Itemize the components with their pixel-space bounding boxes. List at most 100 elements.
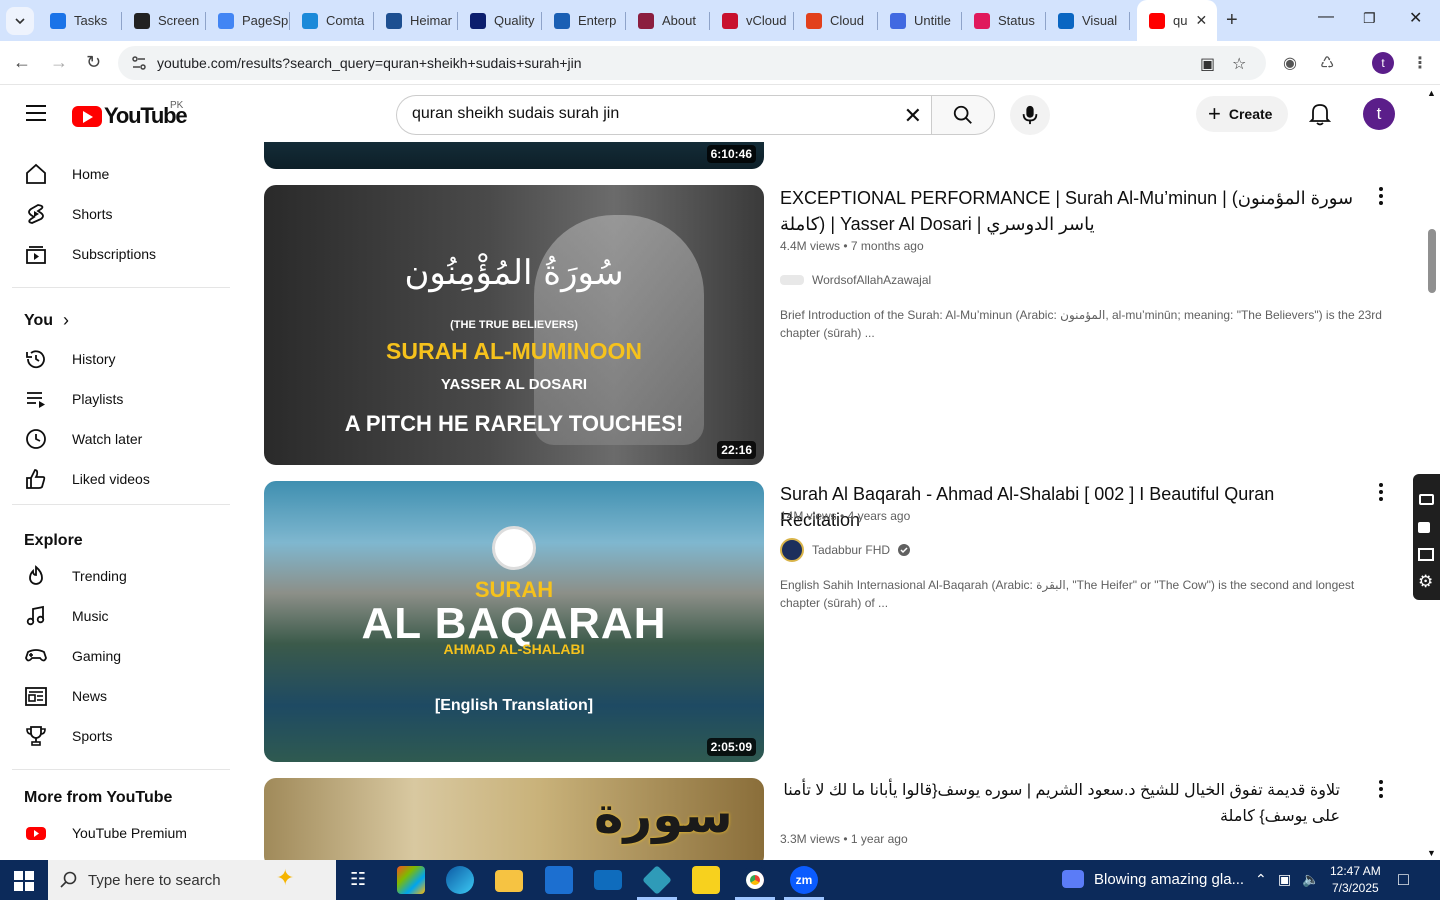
sidebar-item-watch-later[interactable]: Watch later	[12, 419, 216, 459]
browser-tab[interactable]: About	[626, 0, 710, 41]
sidebar-item-gaming[interactable]: Gaming	[12, 636, 216, 676]
browser-tab[interactable]: Untitle	[878, 0, 962, 41]
page-scrollbar[interactable]: ▲ ▼	[1424, 86, 1440, 860]
site-info-icon[interactable]	[130, 54, 148, 72]
channel-link[interactable]: Tadabbur FHD	[780, 538, 911, 562]
browser-profile-avatar[interactable]: t	[1372, 52, 1394, 74]
sidebar-item-playlists[interactable]: Playlists	[12, 379, 216, 419]
browser-tab[interactable]: Heimar	[374, 0, 458, 41]
mail-icon[interactable]	[594, 870, 622, 890]
clear-search-icon[interactable]: ✕	[904, 103, 922, 129]
browser-tab[interactable]: Screen	[122, 0, 206, 41]
copilot-app-icon[interactable]	[397, 866, 425, 894]
create-button[interactable]: + Create	[1196, 96, 1289, 132]
browser-tab[interactable]: Visual	[1046, 0, 1130, 41]
video-action-menu-button[interactable]	[1374, 187, 1388, 205]
notification-center-icon[interactable]: □	[1398, 869, 1409, 890]
video-thumbnail[interactable]: 6:10:46	[264, 142, 764, 169]
video-thumbnail[interactable]: SURAH AL BAQARAH AHMAD AL-SHALABI [Engli…	[264, 481, 764, 762]
video-title[interactable]: تلاوة قديمة تفوق الخيال للشيخ د.سعود الش…	[780, 778, 1340, 830]
browser-tab[interactable]: PageSp	[206, 0, 290, 41]
restore-button[interactable]: ❐	[1363, 10, 1376, 27]
browser-tab[interactable]: Comta	[290, 0, 374, 41]
guide-menu-button[interactable]	[26, 105, 46, 126]
scroll-up-arrow-icon[interactable]: ▲	[1427, 88, 1436, 98]
browser-tab[interactable]: Tasks	[38, 0, 122, 41]
notifications-bell-icon[interactable]	[1309, 102, 1331, 126]
browser-tab[interactable]: Status	[962, 0, 1046, 41]
task-view-icon[interactable]: ☷	[350, 869, 366, 890]
file-explorer-icon[interactable]	[495, 870, 523, 892]
tab-search-button[interactable]	[6, 7, 34, 35]
channel-link[interactable]: WordsofAllahAzawajal	[780, 268, 931, 292]
app-diamond-icon[interactable]	[642, 865, 672, 895]
video-thumbnail[interactable]: سُورَةُ المُؤْمِنُون (THE TRUE BELIEVERS…	[264, 185, 764, 465]
video-title[interactable]: EXCEPTIONAL PERFORMANCE | Surah Al-Mu’mi…	[780, 185, 1355, 237]
new-tab-button[interactable]: +	[1226, 9, 1238, 32]
browser-tab[interactable]: vCloud	[710, 0, 794, 41]
bookmark-star-icon[interactable]: ☆	[1232, 54, 1246, 74]
sidebar-item-news[interactable]: News	[12, 676, 216, 716]
edge-browser-icon[interactable]	[446, 866, 474, 894]
account-avatar[interactable]: t	[1363, 98, 1395, 130]
minimize-button[interactable]: —	[1318, 8, 1334, 26]
network-icon[interactable]: ▣	[1278, 871, 1291, 888]
sidebar-item-youtube-premium[interactable]: YouTube Premium	[12, 813, 216, 853]
you-section-link[interactable]: You ›	[24, 310, 69, 331]
settings-gear-icon[interactable]: ⚙	[1418, 572, 1433, 592]
chrome-browser-icon[interactable]	[741, 866, 769, 894]
windows-start-icon[interactable]	[14, 871, 34, 891]
address-bar[interactable]: youtube.com/results?search_query=quran+s…	[118, 46, 1266, 80]
video-thumbnail[interactable]: سورة	[264, 778, 764, 860]
browser-tab[interactable]: Enterp	[542, 0, 626, 41]
sidebar-item-trending[interactable]: Trending	[12, 556, 216, 596]
search-input[interactable]	[412, 105, 882, 123]
close-tab-icon[interactable]: ✕	[1195, 12, 1207, 29]
window-capture-icon[interactable]	[1418, 548, 1434, 561]
taskbar-search-box[interactable]: Type here to search ✦	[48, 860, 336, 900]
search-button[interactable]	[931, 95, 995, 135]
url-text[interactable]: youtube.com/results?search_query=quran+s…	[157, 55, 582, 71]
channel-avatar[interactable]	[780, 275, 804, 285]
taskbar-clock[interactable]: 12:47 AM 7/3/2025	[1330, 863, 1381, 897]
channel-name[interactable]: Tadabbur FHD	[812, 543, 890, 557]
channel-name[interactable]: WordsofAllahAzawajal	[812, 273, 931, 287]
video-title[interactable]: Surah Al Baqarah - Ahmad Al-Shalabi [ 00…	[780, 481, 1355, 533]
sidebar-item-sports[interactable]: Sports	[12, 716, 216, 756]
channel-avatar[interactable]	[780, 538, 804, 562]
sidebar-item-subscriptions[interactable]: Subscriptions	[12, 234, 216, 274]
copilot-sparkle-icon[interactable]: ✦	[276, 865, 294, 891]
scrollbar-thumb[interactable]	[1428, 229, 1436, 293]
sidebar-item-music[interactable]: Music	[12, 596, 216, 636]
show-hidden-icons-chevron[interactable]: ⌃	[1255, 871, 1267, 888]
tab-separator	[1129, 12, 1130, 30]
volume-icon[interactable]: 🔈	[1302, 871, 1319, 888]
browser-tab[interactable]: Quality	[458, 0, 542, 41]
sidebar-item-history[interactable]: History	[12, 339, 216, 379]
extensions-icon[interactable]: ♺	[1320, 53, 1334, 73]
reload-button[interactable]: ↻	[86, 52, 101, 73]
scroll-down-arrow-icon[interactable]: ▼	[1427, 848, 1436, 858]
voice-search-button[interactable]	[1010, 95, 1050, 135]
sidebar-item-liked-videos[interactable]: Liked videos	[12, 459, 216, 499]
youtube-masthead: YouTube PK ✕ + Create t	[0, 86, 1424, 142]
sidebar-item-shorts[interactable]: Shorts	[12, 194, 216, 234]
video-action-menu-button[interactable]	[1374, 483, 1388, 501]
back-button[interactable]: ←	[13, 52, 31, 73]
close-window-button[interactable]: ✕	[1409, 8, 1422, 28]
camera-icon[interactable]	[1419, 494, 1434, 505]
browser-tab[interactable]: Cloud	[794, 0, 878, 41]
video-camera-icon[interactable]	[1418, 522, 1430, 533]
forward-button[interactable]: →	[50, 52, 68, 73]
sidebar-item-home[interactable]: Home	[12, 154, 216, 194]
globe-icon[interactable]: ◉	[1283, 53, 1297, 73]
microsoft-store-icon[interactable]	[545, 866, 573, 894]
video-action-menu-button[interactable]	[1374, 780, 1388, 798]
browser-menu-icon[interactable]: ⋮	[1412, 53, 1428, 73]
browser-tab[interactable]: qu ✕	[1137, 0, 1217, 41]
sticky-notes-icon[interactable]	[692, 866, 720, 894]
youtube-premium-icon	[26, 827, 46, 840]
taskbar-media-notification[interactable]: Blowing amazing gla...	[1062, 870, 1244, 888]
install-app-icon[interactable]: ▣	[1200, 54, 1215, 74]
zoom-app-icon[interactable]: zm	[790, 866, 818, 894]
